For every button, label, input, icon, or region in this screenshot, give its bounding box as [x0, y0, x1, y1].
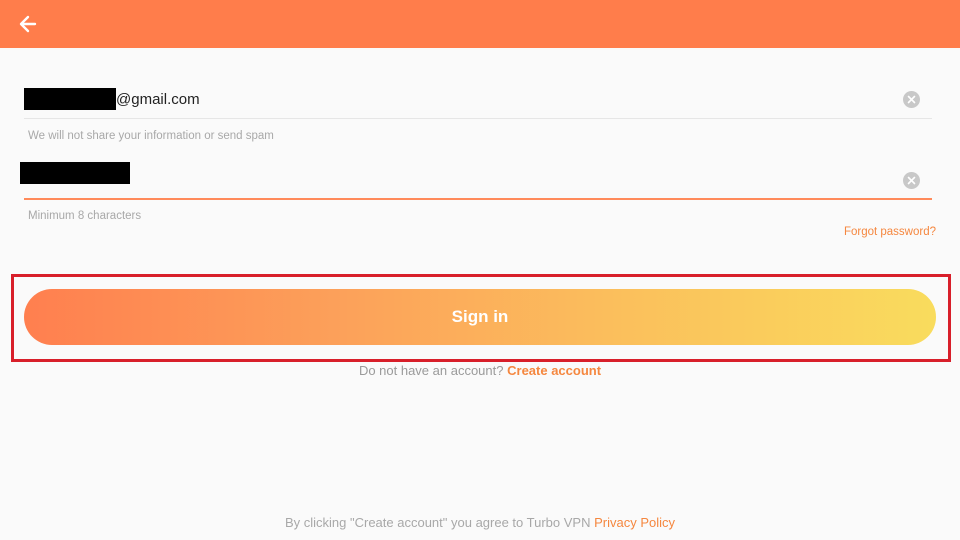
- privacy-policy-link[interactable]: Privacy Policy: [594, 515, 675, 530]
- password-hint: Minimum 8 characters: [28, 210, 142, 222]
- email-hint: We will not share your information or se…: [28, 130, 274, 142]
- sign-in-button[interactable]: Sign in: [24, 289, 936, 345]
- password-clear-button[interactable]: [903, 172, 920, 189]
- footer-terms: By clicking "Create account" you agree t…: [0, 515, 960, 530]
- email-field[interactable]: @gmail.com: [24, 81, 932, 119]
- forgot-password-link[interactable]: Forgot password?: [844, 226, 936, 238]
- email-clear-button[interactable]: [903, 91, 920, 108]
- email-value: @gmail.com: [24, 88, 200, 111]
- signup-prompt-row: Do not have an account? Create account: [0, 363, 960, 378]
- redacted-block: [24, 88, 116, 111]
- top-app-bar: [0, 0, 960, 48]
- password-field[interactable]: [20, 162, 932, 200]
- arrow-left-icon: [19, 15, 37, 33]
- back-button[interactable]: [14, 10, 42, 38]
- redacted-block: [20, 162, 130, 184]
- create-account-link[interactable]: Create account: [507, 363, 601, 378]
- clear-circle-icon: [907, 95, 916, 104]
- clear-circle-icon: [907, 176, 916, 185]
- signup-prompt-text: Do not have an account?: [358, 363, 504, 378]
- footer-text: By clicking "Create account" you agree t…: [284, 515, 591, 530]
